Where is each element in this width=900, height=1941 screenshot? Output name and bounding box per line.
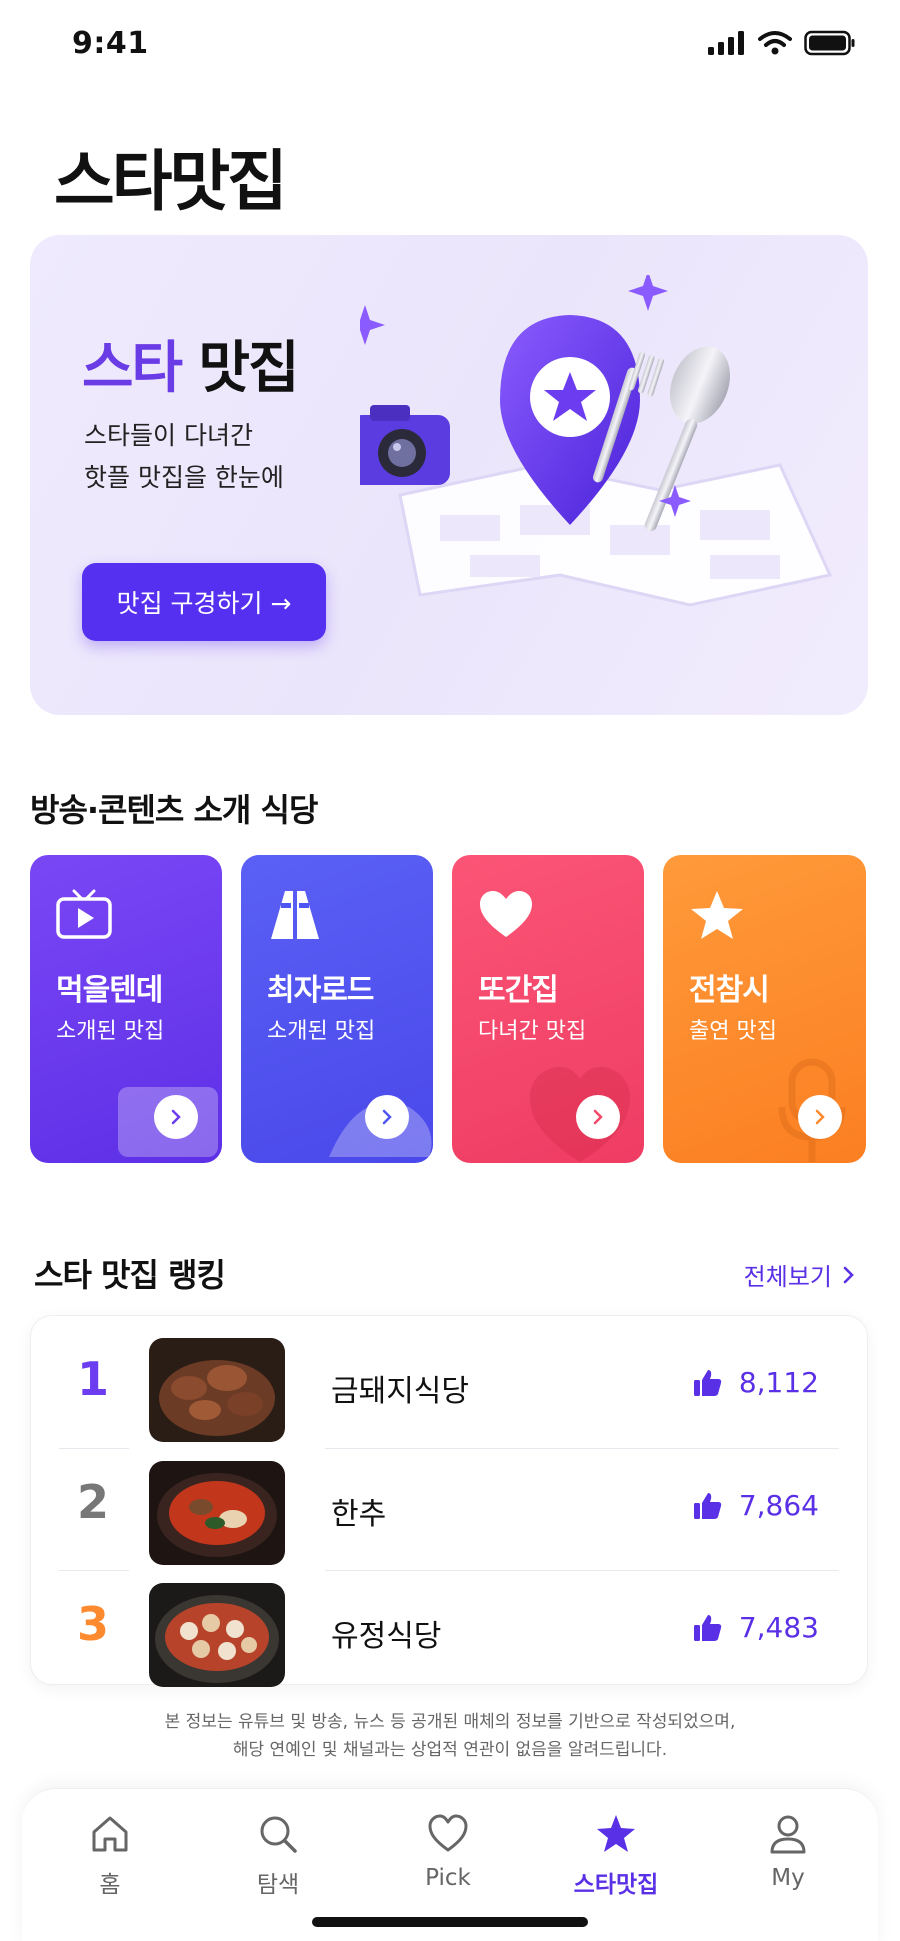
hero-title-rest: 맛집 <box>181 336 300 401</box>
restaurant-name: 금돼지식당 <box>331 1374 469 1409</box>
category-subtitle: 소개된 맛집 <box>267 1019 376 1044</box>
like-count-value: 8,112 <box>738 1366 819 1399</box>
like-count: 7,483 <box>693 1611 819 1644</box>
hero-desc-line2: 핫플 맛집을 한눈에 <box>84 463 284 492</box>
hero-desc-line1: 스타들이 다녀간 <box>84 421 253 450</box>
category-subtitle: 다녀간 맛집 <box>478 1019 587 1044</box>
tv-icon <box>56 889 112 939</box>
explore-restaurants-button[interactable]: 맛집 구경하기 → <box>82 563 326 641</box>
nav-pick[interactable]: Pick <box>388 1813 508 1891</box>
category-subtitle: 소개된 맛집 <box>56 1019 165 1044</box>
nav-label: 홈 <box>99 1872 121 1898</box>
nav-label: 스타맛집 <box>573 1872 659 1898</box>
status-time: 9:41 <box>72 26 149 61</box>
road-icon <box>271 891 319 939</box>
restaurant-thumbnail <box>149 1461 285 1565</box>
category-subtitle: 출연 맛집 <box>689 1019 777 1044</box>
see-all-link[interactable]: 전체보기 <box>744 1257 856 1292</box>
disclaimer-line1: 본 정보는 유튜브 및 방송, 뉴스 등 공개된 매체의 정보를 기반으로 작성… <box>164 1712 736 1732</box>
rank-number: 1 <box>76 1352 109 1406</box>
home-icon <box>92 1816 128 1852</box>
map-icon <box>398 463 833 607</box>
heart-icon <box>480 891 532 937</box>
nav-home[interactable]: 홈 <box>50 1813 170 1899</box>
broadcast-section-title: 방송·콘텐츠 소개 식당 <box>30 791 318 829</box>
like-count: 7,864 <box>693 1489 819 1522</box>
nav-label: Pick <box>425 1865 471 1891</box>
category-card-ttoganjip[interactable]: 또간집 다녀간 맛집 <box>452 855 644 1163</box>
restaurant-thumbnail <box>149 1338 285 1442</box>
chevron-right-icon[interactable] <box>365 1095 409 1139</box>
see-all-label: 전체보기 <box>743 1263 832 1291</box>
star-icon <box>597 1815 635 1852</box>
ranking-list: 1 금돼지식당 8,112 2 한추 7,864 3 유정식당 7,483 <box>30 1315 869 1687</box>
category-name: 전참시 <box>689 973 770 1008</box>
hero-description: 스타들이 다녀간 핫플 맛집을 한눈에 <box>84 415 284 499</box>
nav-search[interactable]: 탐색 <box>218 1813 338 1899</box>
thumbs-up-icon <box>693 1492 722 1519</box>
user-icon <box>770 1815 806 1854</box>
thumbs-up-icon <box>693 1369 722 1396</box>
category-name: 최자로드 <box>267 973 374 1008</box>
battery-icon <box>804 30 855 56</box>
hero-title-accent: 스타 <box>82 336 183 401</box>
nav-label: My <box>771 1865 805 1891</box>
ranking-row[interactable]: 2 한추 7,864 <box>31 1449 869 1571</box>
rank-number: 3 <box>76 1597 109 1651</box>
ranking-row[interactable]: 1 금돼지식당 8,112 <box>31 1326 869 1448</box>
ranking-section-title: 스타 맛집 랭킹 <box>34 1256 226 1294</box>
wifi-icon <box>758 31 792 55</box>
like-count: 8,112 <box>693 1366 819 1399</box>
hero-illustration <box>360 275 833 607</box>
restaurant-thumbnail <box>149 1583 285 1687</box>
hero-title: 스타 맛집 <box>82 323 300 404</box>
nav-star-restaurants[interactable]: 스타맛집 <box>556 1813 676 1899</box>
star-icon <box>691 891 743 939</box>
disclaimer: 본 정보는 유튜브 및 방송, 뉴스 등 공개된 매체의 정보를 기반으로 작성… <box>0 1708 900 1764</box>
like-count-value: 7,864 <box>738 1489 819 1522</box>
camera-icon <box>360 405 450 485</box>
restaurant-name: 유정식당 <box>331 1619 442 1654</box>
chevron-right-icon[interactable] <box>154 1095 198 1139</box>
chevron-right-icon <box>843 1266 854 1283</box>
ranking-row[interactable]: 3 유정식당 7,483 <box>31 1571 869 1693</box>
heart-icon <box>428 1814 468 1852</box>
category-name: 또간집 <box>478 973 559 1008</box>
nav-label: 탐색 <box>256 1872 300 1898</box>
category-card-meogeultende[interactable]: 먹을텐데 소개된 맛집 <box>30 855 222 1163</box>
restaurant-name: 한추 <box>331 1497 387 1532</box>
chevron-right-icon[interactable] <box>798 1095 842 1139</box>
thumbs-up-icon <box>693 1614 722 1641</box>
status-icons <box>708 30 856 56</box>
search-icon <box>260 1816 297 1853</box>
page-title: 스타맛집 <box>54 143 288 220</box>
hero-banner[interactable]: 스타 맛집 스타들이 다녀간 핫플 맛집을 한눈에 맛집 구경하기 → <box>30 235 868 715</box>
signal-icon <box>708 31 744 55</box>
home-indicator <box>312 1917 588 1927</box>
category-card-jeonchamsi[interactable]: 전참시 출연 맛집 <box>663 855 866 1163</box>
rank-number: 2 <box>76 1475 109 1529</box>
chevron-right-icon[interactable] <box>576 1095 620 1139</box>
category-card-choijaroad[interactable]: 최자로드 소개된 맛집 <box>241 855 433 1163</box>
nav-my[interactable]: My <box>728 1813 848 1891</box>
like-count-value: 7,483 <box>738 1611 819 1644</box>
disclaimer-line2: 해당 연예인 및 채널과는 상업적 연관이 없음을 알려드립니다. <box>232 1740 668 1760</box>
category-name: 먹을텐데 <box>56 973 163 1008</box>
app-screen: 9:41 스타맛집 스타 맛집 스타들이 다녀간 핫플 맛집을 한눈에 맛집 구… <box>0 0 900 1941</box>
